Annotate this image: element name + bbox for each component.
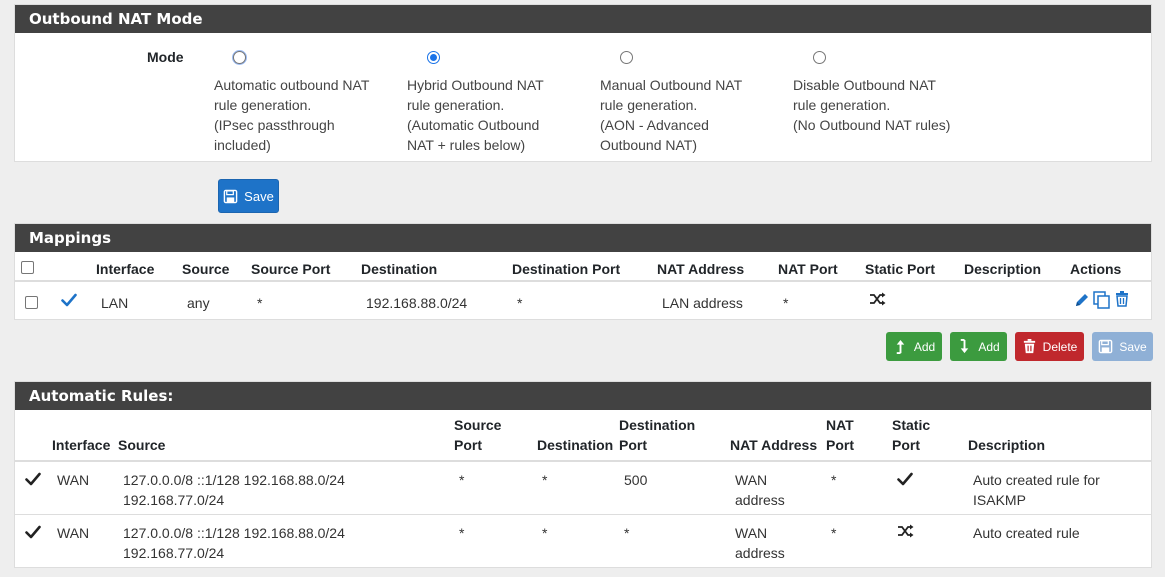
row-nat-port: * (783, 295, 789, 311)
row-checkbox[interactable] (25, 296, 38, 309)
row-nat-address: LAN address (662, 295, 743, 311)
delete-label: Delete (1042, 339, 1078, 354)
row-destination: * (542, 472, 548, 488)
copy-icon[interactable] (1093, 291, 1111, 312)
row-destination-port: * (517, 295, 523, 311)
check-icon (25, 471, 41, 491)
add-bottom-label: Add (978, 339, 1000, 354)
col-interface: Interface (52, 437, 111, 453)
mode-option-text: Disable Outbound NAT rule generation. (No … (793, 77, 951, 133)
save-icon (1099, 339, 1113, 354)
col-nat-address: NAT Address (730, 437, 818, 453)
shuffle-icon (897, 523, 915, 543)
row-nat-address: WAN address (735, 472, 785, 508)
row-nat-port: * (831, 472, 837, 488)
row-nat-address: WAN address (735, 525, 785, 561)
row-interface: LAN (101, 295, 129, 311)
row-source-port: * (257, 295, 263, 311)
radio-hybrid[interactable] (427, 51, 440, 64)
shuffle-icon (869, 292, 887, 309)
row-destination-port: 500 (624, 472, 648, 488)
col-destination-port: Destination Port (512, 261, 621, 277)
add-top-label: Add (913, 339, 936, 354)
row-source: 127.0.0.0/8 ::1/128 192.168.88.0/24 192.1… (123, 472, 345, 508)
row-destination-port: * (624, 525, 630, 541)
table-row[interactable]: LAN any * 192.168.88.0/24 * LAN address … (15, 284, 1151, 319)
row-nat-port: * (831, 525, 837, 541)
col-nat-address: NAT Address (657, 261, 745, 277)
row-description: Auto created rule for ISAKMP (973, 472, 1100, 508)
table-header: Interface Source Source Port Destination … (15, 410, 1151, 462)
col-destination: Destination (537, 437, 614, 453)
enabled-check-icon[interactable] (61, 293, 77, 310)
row-source: 127.0.0.0/8 ::1/128 192.168.88.0/24 192.1… (123, 525, 345, 561)
radio-automatic[interactable] (233, 51, 246, 64)
static-port-check-icon (897, 471, 913, 491)
col-nat-port: NAT Port (826, 417, 854, 453)
automatic-rules-panel: Automatic Rules: Interface Source Source… (14, 381, 1152, 568)
radio-disable[interactable] (813, 51, 826, 64)
select-all-checkbox[interactable] (21, 261, 34, 274)
row-destination: * (542, 525, 548, 541)
delete-button[interactable]: Delete (1015, 332, 1084, 361)
table-header: Interface Source Source Port Destination… (15, 252, 1151, 282)
table-row: WAN 127.0.0.0/8 ::1/128 192.168.88.0/24 1… (15, 515, 1151, 568)
row-source-port: * (459, 525, 465, 541)
row-source-port: * (459, 472, 465, 488)
col-static-port: Static Port (865, 261, 936, 277)
save-label: Save (244, 188, 274, 204)
row-interface: WAN (57, 525, 90, 541)
mode-save-button[interactable]: Save (218, 179, 279, 213)
col-destination: Destination (361, 261, 438, 277)
check-icon (25, 524, 41, 544)
save-label: Save (1119, 339, 1147, 354)
mode-option-text: Manual Outbound NAT rule generation. (AON … (600, 77, 743, 153)
radio-manual[interactable] (620, 51, 633, 64)
save-button[interactable]: Save (1092, 332, 1153, 361)
col-destination-port: Destination Port (619, 417, 696, 453)
mappings-panel: Mappings Interface Source Source Port De… (14, 223, 1152, 320)
col-source-port: Source Port (454, 417, 502, 453)
panel-title: Automatic Rules: (15, 382, 1151, 410)
col-source: Source (182, 261, 230, 277)
col-static-port: Static Port (892, 417, 931, 453)
row-destination: 192.168.88.0/24 (366, 295, 468, 311)
col-actions: Actions (1070, 261, 1122, 277)
edit-icon[interactable] (1074, 292, 1090, 311)
arrow-up-icon (896, 339, 905, 354)
mode-option-text: Automatic outbound NAT rule generation. (I… (214, 77, 370, 153)
outbound-nat-mode-panel: Outbound NAT Mode Mode Automatic outboun… (14, 4, 1152, 162)
trash-icon[interactable] (1115, 291, 1129, 310)
col-nat-port: NAT Port (778, 261, 838, 277)
row-interface: WAN (57, 472, 90, 488)
save-icon (223, 189, 238, 203)
panel-title: Mappings (15, 224, 1151, 252)
col-source: Source (118, 437, 166, 453)
row-source: any (187, 295, 210, 311)
col-description: Description (968, 437, 1046, 453)
add-rule-top-button[interactable]: Add (886, 332, 942, 361)
col-source-port: Source Port (251, 261, 331, 277)
arrow-down-icon (961, 339, 969, 354)
mode-label: Mode (147, 49, 184, 65)
add-rule-bottom-button[interactable]: Add (950, 332, 1007, 361)
panel-title: Outbound NAT Mode (15, 5, 1151, 33)
table-row: WAN 127.0.0.0/8 ::1/128 192.168.88.0/24 1… (15, 462, 1151, 515)
row-description: Auto created rule (973, 525, 1080, 541)
col-description: Description (964, 261, 1042, 277)
trash-icon (1023, 339, 1035, 354)
col-interface: Interface (96, 261, 155, 277)
mode-option-text: Hybrid Outbound NAT rule generation. (Auto… (407, 77, 544, 153)
